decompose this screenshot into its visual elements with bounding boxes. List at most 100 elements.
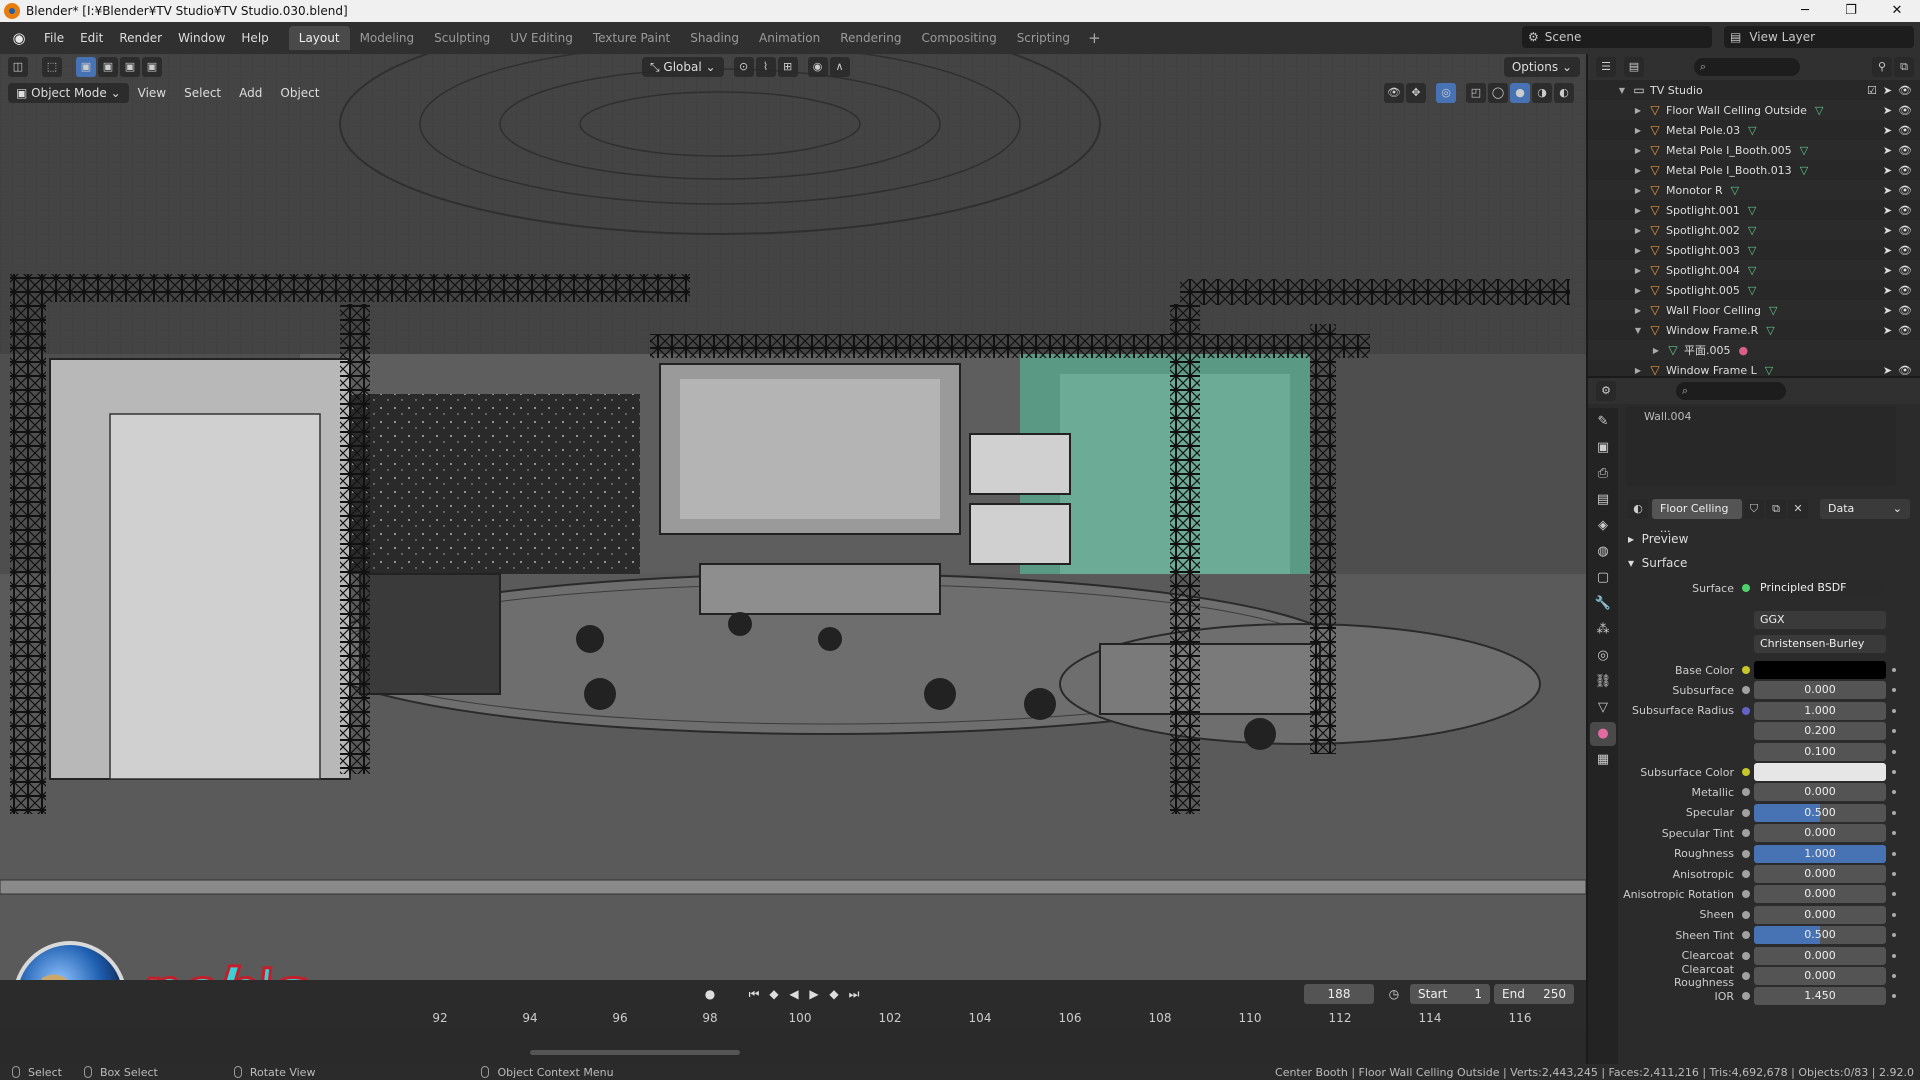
collapse-arrow-icon[interactable]: ▶ — [1632, 366, 1644, 375]
select-arrow-icon[interactable]: ➤ — [1883, 324, 1892, 337]
socket-icon[interactable] — [1742, 972, 1750, 980]
scene-selector[interactable]: ⚙ Scene — [1522, 26, 1712, 48]
timeline-ruler[interactable]: 92 94 96 98 100 102 104 106 108 110 112 114 116 — [0, 1008, 1586, 1030]
start-frame-field[interactable]: Start 1 — [1410, 984, 1490, 1004]
data-tab-icon[interactable]: ▽ — [1590, 696, 1616, 720]
object-tab-icon[interactable]: ▢ — [1590, 566, 1616, 590]
socket-icon[interactable] — [1742, 992, 1750, 1001]
play-icon[interactable]: ▶ — [804, 987, 824, 1001]
eye-icon[interactable]: 👁 — [1898, 324, 1912, 337]
expand-arrow-icon[interactable]: ▼ — [1632, 326, 1644, 335]
tab-compositing[interactable]: Compositing — [911, 26, 1006, 50]
properties-editor[interactable]: ⚙ ⌕ ✎ ▣ ⎙ ▤ ◈ ◍ ▢ 🔧 ⁂ ◎ ⛓ ▽ ● ▦ Wall.004… — [1586, 376, 1920, 1064]
mesh-icon[interactable]: ▽ — [1748, 284, 1762, 297]
outliner-item[interactable]: ▶ ▽ Spotlight.003 ▽ ➤ 👁 — [1588, 240, 1920, 260]
mesh-icon[interactable]: ▽ — [1815, 104, 1829, 117]
particles-tab-icon[interactable]: ⁂ — [1590, 618, 1616, 642]
xray-icon[interactable]: ◰ — [1466, 83, 1486, 103]
value-slider[interactable]: 0.000 — [1754, 783, 1886, 802]
socket-icon[interactable] — [1742, 829, 1750, 838]
mesh-icon[interactable]: ▽ — [1748, 124, 1762, 137]
timeline-scrollbar[interactable] — [530, 1050, 740, 1055]
editor-type-icon[interactable]: ◫ — [8, 57, 28, 77]
gizmo-icon[interactable]: ✥ — [1406, 83, 1426, 103]
select-mode-subtract-icon[interactable]: ▣ — [120, 57, 140, 77]
tab-animation[interactable]: Animation — [749, 26, 830, 50]
menu-edit[interactable]: Edit — [72, 26, 111, 50]
keyframe-dot-icon[interactable] — [1892, 912, 1896, 917]
keyframe-dot-icon[interactable] — [1892, 872, 1896, 876]
outliner-item[interactable]: ▶ ▽ Spotlight.004 ▽ ➤ 👁 — [1588, 260, 1920, 280]
outliner-item[interactable]: ▶ ▽ Wall Floor Celling ▽ ➤ 👁 — [1588, 300, 1920, 320]
solid-shading-icon[interactable]: ● — [1510, 83, 1530, 103]
collapse-arrow-icon[interactable]: ▶ — [1632, 186, 1644, 195]
wireframe-shading-icon[interactable]: ◯ — [1488, 83, 1508, 103]
mode-dropdown[interactable]: ▣ Object Mode ⌄ — [8, 83, 129, 103]
socket-icon[interactable] — [1742, 768, 1750, 776]
select-arrow-icon[interactable]: ➤ — [1883, 304, 1892, 317]
keyframe-dot-icon[interactable] — [1892, 933, 1896, 938]
jump-keyframe-back-icon[interactable]: ◆ — [764, 987, 784, 1001]
surface-panel-header[interactable]: ▾ Surface — [1620, 552, 1920, 574]
display-mode-icon[interactable]: ▤ — [1624, 57, 1644, 77]
collapse-arrow-icon[interactable]: ▶ — [1632, 266, 1644, 275]
menu-window[interactable]: Window — [170, 26, 233, 50]
distribution-dropdown[interactable]: GGX — [1754, 611, 1886, 629]
keyframe-dot-icon[interactable] — [1892, 790, 1896, 795]
outliner-item[interactable]: ▶ ▽ 平面.005 ● — [1588, 340, 1920, 360]
value-slider[interactable]: 0.500 — [1754, 803, 1886, 822]
socket-icon[interactable] — [1742, 788, 1750, 797]
socket-icon[interactable] — [1742, 706, 1750, 715]
outliner-item[interactable]: ▶ ▽ Spotlight.001 ▽ ➤ 👁 — [1588, 200, 1920, 220]
visibility-icon[interactable]: 👁 — [1384, 83, 1404, 103]
value-slider[interactable]: 0.000 — [1754, 865, 1886, 883]
keyframe-dot-icon[interactable] — [1892, 974, 1896, 978]
collapse-arrow-icon[interactable]: ▶ — [1632, 106, 1644, 115]
select-arrow-icon[interactable]: ➤ — [1883, 204, 1892, 217]
checkbox-icon[interactable]: ☑ — [1867, 84, 1877, 97]
scene-tab-icon[interactable]: ◈ — [1590, 514, 1616, 538]
eye-icon[interactable]: 👁 — [1898, 124, 1912, 137]
tab-shading[interactable]: Shading — [680, 26, 749, 50]
value-slider[interactable]: 0.000 — [1754, 681, 1886, 700]
eye-icon[interactable]: 👁 — [1898, 304, 1912, 317]
tab-modeling[interactable]: Modeling — [350, 26, 425, 50]
socket-icon[interactable] — [1742, 849, 1750, 858]
value-slider[interactable]: 0.200 — [1754, 722, 1886, 741]
select-mode-new-icon[interactable]: ▣ — [76, 57, 96, 77]
tab-rendering[interactable]: Rendering — [830, 26, 911, 50]
collapse-arrow-icon[interactable]: ▶ — [1632, 166, 1644, 175]
render-tab-icon[interactable]: ▣ — [1590, 436, 1616, 460]
duplicate-material-icon[interactable]: ⧉ — [1766, 499, 1786, 519]
add-menu[interactable]: Add — [230, 83, 271, 103]
outliner-item[interactable]: ▶ ▽ Metal Pole I_Booth.013 ▽ ➤ 👁 — [1588, 160, 1920, 180]
tab-scripting[interactable]: Scripting — [1007, 26, 1080, 50]
eye-icon[interactable]: 👁 — [1898, 244, 1912, 257]
modifier-tab-icon[interactable]: 🔧 — [1590, 592, 1616, 616]
collapse-arrow-icon[interactable]: ▶ — [1632, 286, 1644, 295]
collapse-arrow-icon[interactable]: ▶ — [1632, 306, 1644, 315]
material-tab-icon[interactable]: ● — [1590, 722, 1616, 746]
mesh-icon[interactable]: ▽ — [1800, 144, 1814, 157]
select-arrow-icon[interactable]: ➤ — [1883, 104, 1892, 117]
socket-icon[interactable] — [1742, 686, 1750, 695]
physics-tab-icon[interactable]: ◎ — [1590, 644, 1616, 668]
eye-icon[interactable]: 👁 — [1898, 144, 1912, 157]
eye-icon[interactable]: 👁 — [1898, 84, 1912, 97]
falloff-icon[interactable]: ∧ — [829, 57, 850, 77]
material-slot-list[interactable]: Wall.004 — [1626, 406, 1896, 486]
select-arrow-icon[interactable]: ➤ — [1883, 264, 1892, 277]
close-button[interactable]: ✕ — [1874, 0, 1920, 22]
select-arrow-icon[interactable]: ➤ — [1883, 184, 1892, 197]
outliner-item[interactable]: ▶ ▽ Metal Pole.03 ▽ ➤ 👁 — [1588, 120, 1920, 140]
outliner-panel[interactable]: ☰ ▤ ⌕ ⚲ ⧉ ▼ ▭ TV Studio ☑ ➤ 👁 ▶ ▽ Floor Wa… — [1586, 54, 1920, 377]
select-arrow-icon[interactable]: ➤ — [1883, 224, 1892, 237]
socket-icon[interactable] — [1742, 890, 1750, 899]
value-slider[interactable]: 0.000 — [1754, 885, 1886, 904]
keyframe-dot-icon[interactable] — [1892, 953, 1896, 958]
blender-menu-icon[interactable]: ◉ — [8, 27, 30, 49]
outliner-item[interactable]: ▶ ▽ Metal Pole I_Booth.005 ▽ ➤ 👁 — [1588, 140, 1920, 160]
mesh-icon[interactable]: ▽ — [1731, 184, 1745, 197]
3d-viewport[interactable]: ◫ ⬚ ▣ ▣ ▣ ▣ ⤡ Global ⌄ ⊙ ⌇ ⊞ ◉ ∧ Options… — [0, 54, 1586, 980]
collapse-arrow-icon[interactable]: ▶ — [1632, 126, 1644, 135]
